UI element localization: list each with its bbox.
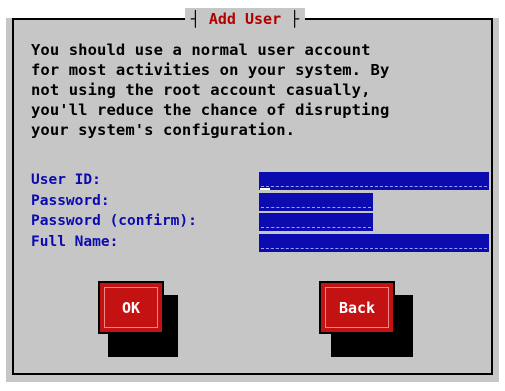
dialog-title-text: Add User	[208, 10, 282, 28]
full-name-field[interactable]	[259, 234, 489, 252]
back-button-label: Back	[338, 298, 376, 317]
password-label: Password:	[31, 193, 110, 209]
field-underline	[261, 248, 487, 249]
dialog-title: ┤ Add User ├	[185, 8, 305, 30]
dialog-border-right	[491, 18, 493, 375]
installer-screen: ┤ Add User ├ You should use a normal use…	[0, 0, 505, 391]
password-field[interactable]	[259, 193, 373, 211]
title-left-bracket: ┤	[190, 10, 200, 28]
text-cursor	[260, 188, 270, 190]
field-underline	[261, 207, 371, 208]
ok-button[interactable]: OK	[98, 281, 164, 334]
back-button[interactable]: Back	[319, 281, 395, 334]
password-confirm-field[interactable]	[259, 213, 373, 231]
dialog-message: You should use a normal user account for…	[31, 41, 390, 139]
field-underline	[261, 186, 487, 187]
password-confirm-label: Password (confirm):	[31, 213, 197, 229]
dialog-border-left	[12, 18, 14, 375]
user-id-label: User ID:	[31, 172, 101, 188]
dialog-border-bottom	[12, 373, 493, 375]
dialog-border-top-right	[305, 18, 493, 20]
title-right-bracket: ├	[290, 10, 300, 28]
dialog-border-top-left	[12, 18, 185, 20]
ok-button-label: OK	[121, 298, 141, 317]
user-id-field[interactable]	[259, 172, 489, 190]
field-underline	[261, 227, 371, 228]
full-name-label: Full Name:	[31, 234, 119, 250]
